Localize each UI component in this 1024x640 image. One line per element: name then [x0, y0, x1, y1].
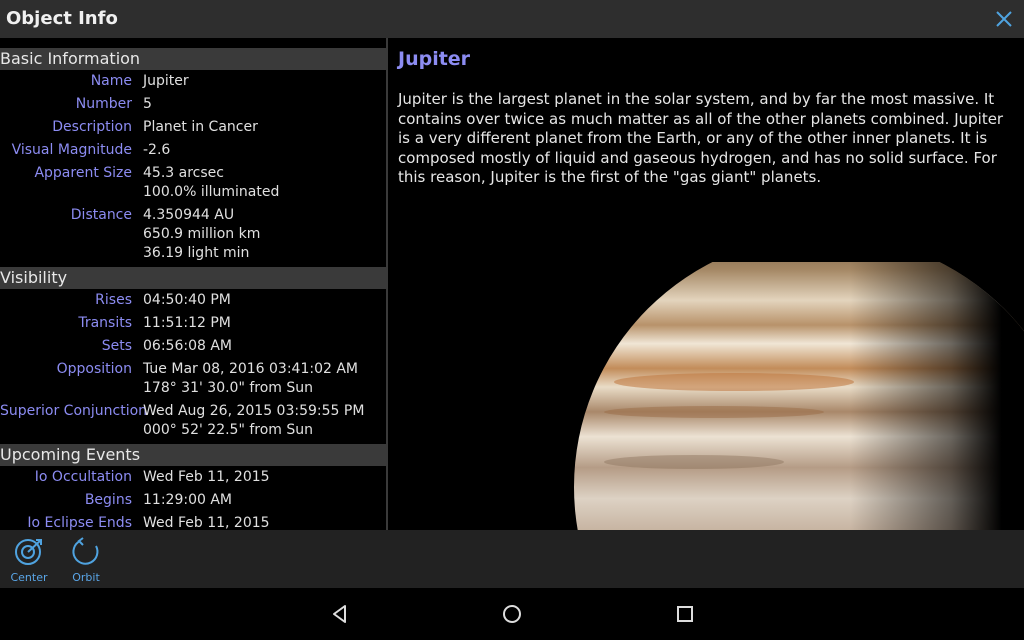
object-title: Jupiter — [398, 48, 471, 70]
info-value: 45.3 arcsec — [143, 165, 224, 181]
info-value: 000° 52' 22.5" from Sun — [143, 422, 314, 438]
info-values: 4.350944 AU 650.9 million km 36.19 light m… — [143, 206, 260, 263]
info-row: Description Planet in Cancer — [0, 118, 386, 137]
info-values: 11:29:00 AM — [143, 491, 232, 510]
bottom-toolbar: Center Orbit — [0, 530, 1024, 588]
info-row: Apparent Size 45.3 arcsec 100.0% illuminat… — [0, 164, 386, 202]
close-icon[interactable] — [992, 7, 1016, 31]
orbit-icon — [72, 537, 99, 565]
info-label: Number — [75, 96, 132, 112]
info-row: Visual Magnitude -2.6 — [0, 141, 386, 160]
back-icon[interactable] — [328, 602, 352, 626]
info-row: Transits 11:51:12 PM — [0, 314, 386, 333]
info-row: Opposition Tue Mar 08, 2016 03:41:02 AM 17… — [0, 360, 386, 398]
info-value: Jupiter — [143, 73, 189, 89]
info-label: Io Occultation — [34, 469, 132, 485]
info-value: Wed Feb 11, 2015 — [143, 469, 270, 485]
recents-icon[interactable] — [673, 602, 697, 626]
info-label: Rises — [95, 292, 132, 308]
info-label: Opposition — [56, 361, 132, 377]
info-row: Rises 04:50:40 PM — [0, 291, 386, 310]
info-value: 11:51:12 PM — [143, 315, 231, 331]
page-title: Object Info — [6, 8, 118, 29]
system-nav-bar — [0, 588, 1024, 640]
info-value: Wed Aug 26, 2015 03:59:55 PM — [143, 403, 365, 419]
info-value: 36.19 light min — [143, 245, 250, 261]
object-description: Jupiter is the largest planet in the sol… — [398, 90, 1004, 186]
info-value: -2.6 — [143, 142, 171, 158]
info-values: -2.6 — [143, 141, 170, 160]
info-row: Begins 11:29:00 AM — [0, 491, 386, 510]
description-panel: Jupiter Jupiter is the largest planet in… — [388, 38, 1024, 530]
title-bar: Object Info — [0, 0, 1024, 38]
info-panel[interactable]: Basic Information Name Jupiter Number 5 Descr… — [0, 48, 386, 530]
info-values: Wed Aug 26, 2015 03:59:55 PM 000° 52' 22.… — [143, 402, 364, 440]
section-header: Upcoming Events — [0, 444, 386, 466]
section-header: Visibility — [0, 267, 386, 289]
info-value: Tue Mar 08, 2016 03:41:02 AM — [143, 361, 359, 377]
info-label: Superior Conjunction — [0, 403, 148, 419]
home-icon[interactable] — [500, 602, 524, 626]
info-label: Visual Magnitude — [11, 142, 132, 158]
info-values: Tue Mar 08, 2016 03:41:02 AM 178° 31' 30.… — [143, 360, 358, 398]
info-values: 04:50:40 PM — [143, 291, 231, 310]
info-values: 11:51:12 PM — [143, 314, 231, 333]
info-value: 06:56:08 AM — [143, 338, 232, 354]
info-values: Wed Feb 11, 2015 — [143, 514, 270, 530]
info-label: Apparent Size — [34, 165, 132, 181]
info-values: 45.3 arcsec 100.0% illuminated — [143, 164, 279, 202]
orbit-button[interactable]: Orbit — [61, 536, 111, 584]
info-values: 06:56:08 AM — [143, 337, 232, 356]
info-value: Planet in Cancer — [143, 119, 258, 135]
info-label: Transits — [78, 315, 132, 331]
section-header: Basic Information — [0, 48, 386, 70]
info-value: 11:29:00 AM — [143, 492, 232, 508]
jupiter-image — [574, 262, 1024, 530]
info-value: 04:50:40 PM — [143, 292, 231, 308]
info-value: Wed Feb 11, 2015 — [143, 515, 270, 530]
info-row: Io Occultation Wed Feb 11, 2015 — [0, 468, 386, 487]
info-value: 5 — [143, 96, 152, 112]
info-values: Wed Feb 11, 2015 — [143, 468, 270, 487]
info-row: Sets 06:56:08 AM — [0, 337, 386, 356]
info-row: Number 5 — [0, 95, 386, 114]
info-label: Description — [52, 119, 132, 135]
info-row: Superior Conjunction Wed Aug 26, 2015 03:… — [0, 402, 386, 440]
target-icon — [15, 539, 42, 565]
center-label: Center — [10, 571, 48, 584]
info-values: 5 — [143, 95, 152, 114]
info-value: 178° 31' 30.0" from Sun — [143, 380, 314, 396]
info-row: Name Jupiter — [0, 72, 386, 91]
info-label: Sets — [101, 338, 132, 354]
info-label: Begins — [84, 492, 132, 508]
info-row: Io Eclipse Ends Wed Feb 11, 2015 — [0, 514, 386, 530]
info-value: 650.9 million km — [143, 226, 261, 242]
info-value: 100.0% illuminated — [143, 184, 280, 200]
center-button[interactable]: Center — [4, 536, 54, 584]
info-values: Planet in Cancer — [143, 118, 258, 137]
info-label: Io Eclipse Ends — [27, 515, 132, 530]
orbit-label: Orbit — [72, 571, 100, 584]
info-values: Jupiter — [143, 72, 189, 91]
info-value: 4.350944 AU — [143, 207, 235, 223]
info-label: Name — [90, 73, 132, 89]
info-row: Distance 4.350944 AU 650.9 million km 36.19… — [0, 206, 386, 263]
info-label: Distance — [70, 207, 132, 223]
